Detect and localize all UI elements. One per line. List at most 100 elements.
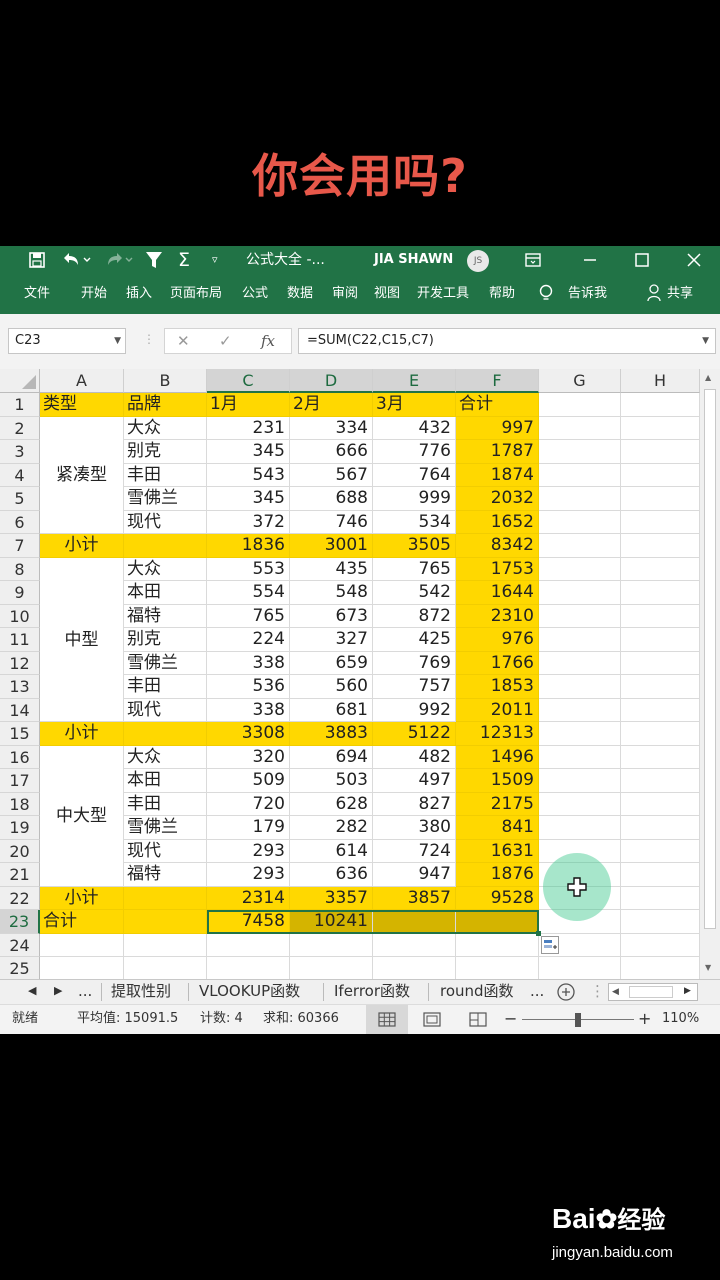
row-header-25[interactable]: 25 xyxy=(0,957,40,981)
column-header-a[interactable]: A xyxy=(40,369,124,393)
value-cell[interactable]: 425 xyxy=(373,628,456,652)
total-cell[interactable]: 1509 xyxy=(456,769,539,793)
column-header-f[interactable]: F xyxy=(456,369,539,393)
value-cell[interactable]: 548 xyxy=(290,581,373,605)
value-cell[interactable]: 694 xyxy=(290,745,373,769)
total-cell[interactable]: 2011 xyxy=(456,698,539,722)
empty-cell[interactable] xyxy=(539,722,621,746)
customize-toolbar-icon[interactable]: ▿ xyxy=(212,246,218,274)
undo-icon[interactable] xyxy=(60,246,94,274)
value-cell[interactable]: 560 xyxy=(290,675,373,699)
brand-cell[interactable]: 雪佛兰 xyxy=(124,816,207,840)
row-header-5[interactable]: 5 xyxy=(0,487,40,511)
value-cell[interactable]: 435 xyxy=(290,557,373,581)
category-cell[interactable]: 紧凑型 xyxy=(40,416,124,534)
subtotal-value-cell[interactable]: 3505 xyxy=(373,534,456,558)
empty-cell[interactable] xyxy=(621,957,700,981)
subtotal-value-cell[interactable]: 3357 xyxy=(290,886,373,910)
grand-total-d-cell[interactable]: 10241 xyxy=(290,910,373,934)
grand-total-c-cell[interactable]: 7458 xyxy=(207,910,290,934)
sheet-tab-vlookup[interactable]: VLOOKUP函数 xyxy=(199,980,300,1004)
value-cell[interactable]: 497 xyxy=(373,769,456,793)
total-cell[interactable]: 1876 xyxy=(456,863,539,887)
total-cell[interactable]: 2032 xyxy=(456,487,539,511)
empty-cell[interactable] xyxy=(539,698,621,722)
tab-page-layout[interactable]: 页面布局 xyxy=(170,274,222,314)
scrollbar-thumb[interactable] xyxy=(704,389,716,929)
next-sheet-icon[interactable]: ▶ xyxy=(54,980,62,1004)
total-cell[interactable]: 1496 xyxy=(456,745,539,769)
tab-data[interactable]: 数据 xyxy=(287,274,313,314)
header-cell[interactable]: 3月 xyxy=(373,393,456,417)
value-cell[interactable]: 231 xyxy=(207,416,290,440)
brand-cell[interactable]: 福特 xyxy=(124,604,207,628)
row-header-4[interactable]: 4 xyxy=(0,463,40,487)
empty-cell[interactable] xyxy=(539,510,621,534)
empty-cell[interactable] xyxy=(621,769,700,793)
value-cell[interactable]: 282 xyxy=(290,816,373,840)
subtotal-value-cell[interactable]: 1836 xyxy=(207,534,290,558)
column-header-d[interactable]: D xyxy=(290,369,373,393)
page-layout-view-icon[interactable] xyxy=(420,1005,444,1034)
expand-formula-icon[interactable]: ▼ xyxy=(702,329,709,353)
header-cell[interactable]: 品牌 xyxy=(124,393,207,417)
subtotal-label-cell[interactable]: 小计 xyxy=(40,886,124,910)
row-header-17[interactable]: 17 xyxy=(0,769,40,793)
lightbulb-icon[interactable] xyxy=(537,274,555,314)
empty-cell[interactable] xyxy=(124,933,207,957)
empty-cell[interactable] xyxy=(621,698,700,722)
header-cell[interactable]: 合计 xyxy=(456,393,539,417)
brand-cell[interactable]: 丰田 xyxy=(124,792,207,816)
value-cell[interactable]: 757 xyxy=(373,675,456,699)
brand-cell[interactable]: 丰田 xyxy=(124,463,207,487)
empty-cell[interactable] xyxy=(621,393,700,417)
grand-total-cell[interactable] xyxy=(124,910,207,934)
empty-cell[interactable] xyxy=(621,463,700,487)
tab-home[interactable]: 开始 xyxy=(81,274,107,314)
name-box[interactable]: C23 ▼ xyxy=(8,328,126,354)
value-cell[interactable]: 380 xyxy=(373,816,456,840)
empty-cell[interactable] xyxy=(539,463,621,487)
value-cell[interactable]: 992 xyxy=(373,698,456,722)
empty-cell[interactable] xyxy=(621,581,700,605)
scroll-right-icon[interactable]: ▶ xyxy=(684,980,691,1004)
value-cell[interactable]: 224 xyxy=(207,628,290,652)
header-cell[interactable]: 2月 xyxy=(290,393,373,417)
zoom-slider-thumb[interactable] xyxy=(575,1013,581,1027)
column-header-h[interactable]: H xyxy=(621,369,700,393)
empty-cell[interactable] xyxy=(621,487,700,511)
empty-cell[interactable] xyxy=(621,910,700,934)
subtotal-value-cell[interactable]: 3857 xyxy=(373,886,456,910)
empty-cell[interactable] xyxy=(621,557,700,581)
value-cell[interactable]: 338 xyxy=(207,651,290,675)
row-header-20[interactable]: 20 xyxy=(0,839,40,863)
brand-cell[interactable]: 雪佛兰 xyxy=(124,487,207,511)
scroll-left-icon[interactable]: ◀ xyxy=(612,981,619,1003)
total-cell[interactable]: 1652 xyxy=(456,510,539,534)
brand-cell[interactable]: 本田 xyxy=(124,769,207,793)
brand-cell[interactable]: 大众 xyxy=(124,745,207,769)
category-cell[interactable]: 中型 xyxy=(40,557,124,722)
empty-cell[interactable] xyxy=(40,957,124,981)
sheet-tab-extract-gender[interactable]: 提取性别 xyxy=(111,980,171,1004)
row-header-1[interactable]: 1 xyxy=(0,393,40,417)
value-cell[interactable]: 536 xyxy=(207,675,290,699)
zoom-in-icon[interactable]: + xyxy=(638,1005,651,1034)
total-cell[interactable]: 1631 xyxy=(456,839,539,863)
empty-cell[interactable] xyxy=(40,933,124,957)
empty-cell[interactable] xyxy=(207,957,290,981)
empty-cell[interactable] xyxy=(539,557,621,581)
row-header-19[interactable]: 19 xyxy=(0,816,40,840)
column-header-b[interactable]: B xyxy=(124,369,207,393)
row-header-7[interactable]: 7 xyxy=(0,534,40,558)
category-cell[interactable]: 中大型 xyxy=(40,745,124,887)
subtotal-label-cell[interactable]: 小计 xyxy=(40,722,124,746)
empty-cell[interactable] xyxy=(539,440,621,464)
select-all-corner[interactable] xyxy=(0,369,40,393)
brand-cell[interactable]: 现代 xyxy=(124,839,207,863)
autosum-icon[interactable]: Σ xyxy=(178,246,190,274)
value-cell[interactable]: 372 xyxy=(207,510,290,534)
value-cell[interactable]: 542 xyxy=(373,581,456,605)
value-cell[interactable]: 345 xyxy=(207,440,290,464)
subtotal-value-cell[interactable]: 9528 xyxy=(456,886,539,910)
